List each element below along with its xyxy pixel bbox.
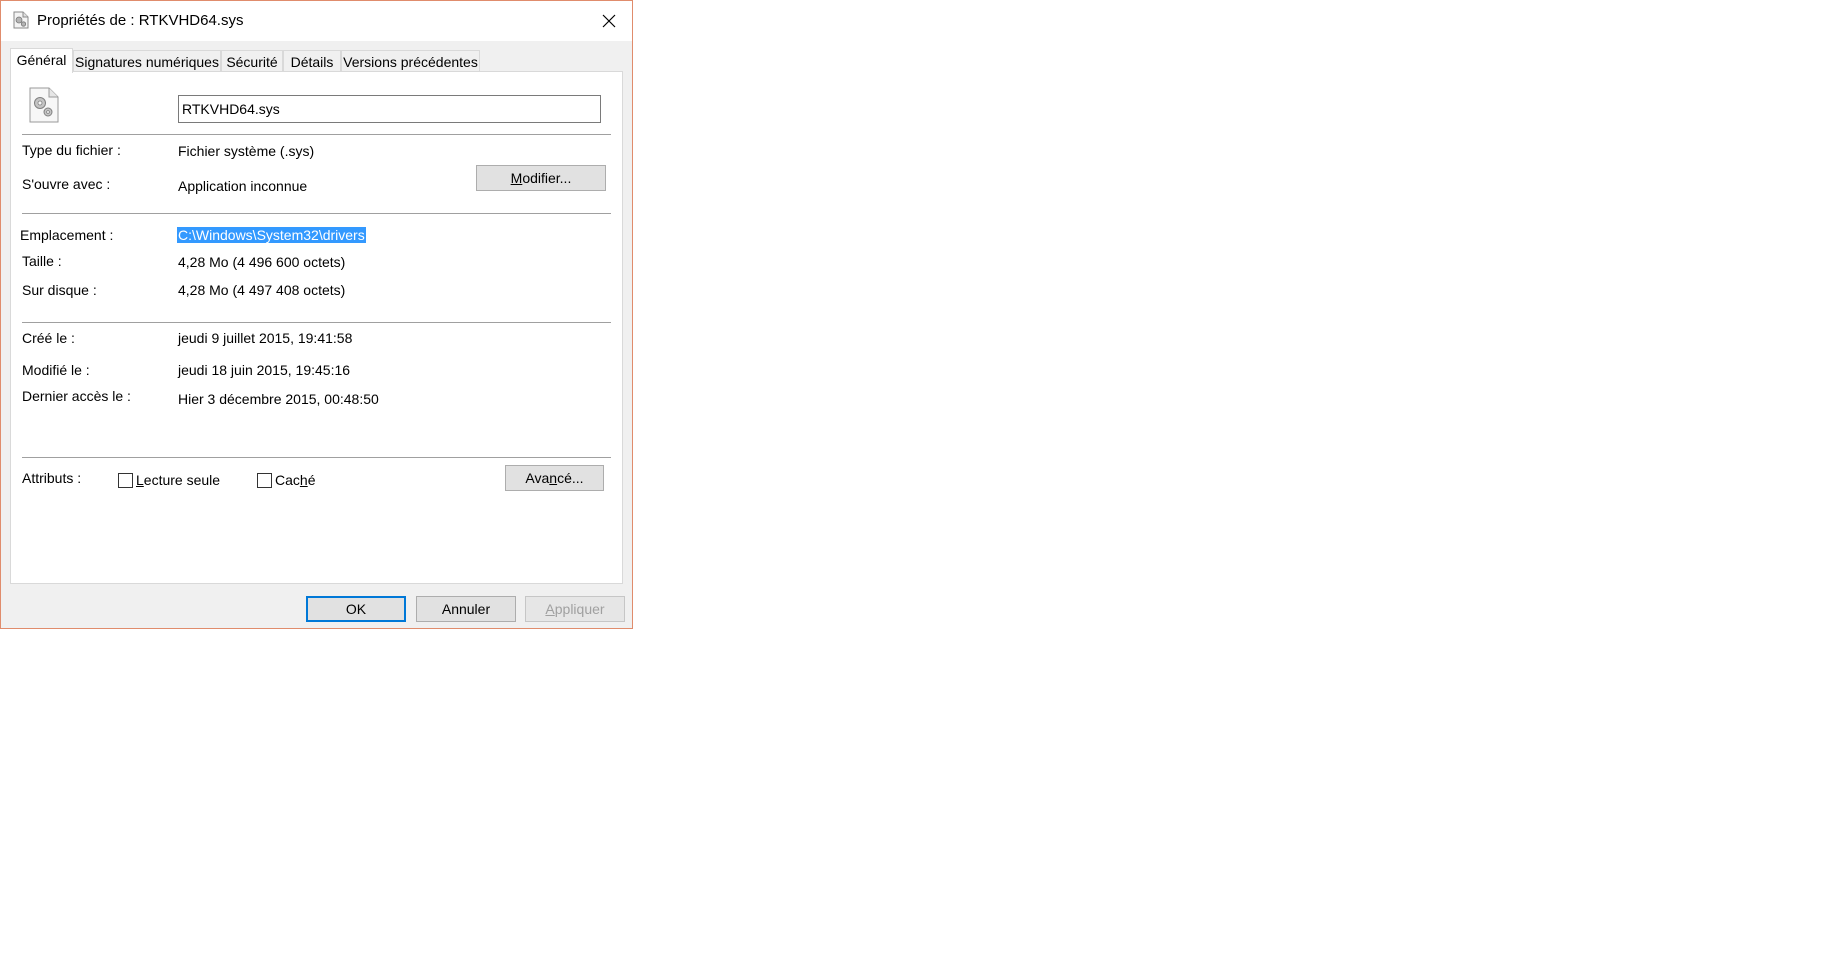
file-type-value: Fichier système (.sys) bbox=[178, 143, 315, 159]
last-access-label: Dernier accès le : bbox=[22, 388, 131, 404]
properties-dialog: Propriétés de : RTKVHD64.sys Général Sig… bbox=[0, 0, 633, 629]
tab-previous-versions[interactable]: Versions précédentes bbox=[341, 50, 480, 72]
hidden-checkbox[interactable]: Caché bbox=[257, 472, 316, 488]
modified-label: Modifié le : bbox=[22, 362, 90, 378]
separator bbox=[22, 322, 611, 323]
tab-security[interactable]: Sécurité bbox=[221, 50, 283, 72]
location-label: Emplacement : bbox=[20, 227, 114, 243]
apply-button[interactable]: Appliquer bbox=[525, 596, 625, 622]
created-label: Créé le : bbox=[22, 330, 75, 346]
attributes-label: Attributs : bbox=[22, 470, 82, 486]
separator bbox=[22, 457, 611, 458]
readonly-checkbox-label: Lecture seule bbox=[136, 472, 221, 488]
change-button[interactable]: Modifier... bbox=[476, 165, 606, 191]
tab-general[interactable]: Général bbox=[10, 48, 73, 73]
file-name-input[interactable] bbox=[178, 95, 601, 123]
tab-details[interactable]: Détails bbox=[283, 50, 341, 72]
cancel-button[interactable]: Annuler bbox=[416, 596, 516, 622]
tab-digital-signatures[interactable]: Signatures numériques bbox=[73, 50, 221, 72]
window-title: Propriétés de : RTKVHD64.sys bbox=[37, 12, 244, 29]
system-file-gear-icon bbox=[13, 11, 29, 29]
separator bbox=[22, 213, 611, 214]
hidden-checkbox-label: Caché bbox=[275, 472, 316, 488]
file-type-label: Type du fichier : bbox=[22, 142, 121, 158]
modified-value: jeudi 18 juin 2015, 19:45:16 bbox=[178, 362, 351, 378]
size-value: 4,28 Mo (4 496 600 octets) bbox=[178, 254, 346, 270]
ok-button[interactable]: OK bbox=[306, 596, 406, 622]
general-tab-panel: Type du fichier : Fichier système (.sys)… bbox=[10, 71, 623, 584]
created-value: jeudi 9 juillet 2015, 19:41:58 bbox=[178, 330, 353, 346]
last-access-value: Hier 3 décembre 2015, 00:48:50 bbox=[178, 391, 379, 407]
disk-size-label: Sur disque : bbox=[22, 282, 97, 298]
readonly-checkbox[interactable]: Lecture seule bbox=[118, 472, 220, 488]
readonly-checkbox-box[interactable] bbox=[118, 472, 133, 488]
close-icon bbox=[602, 14, 616, 28]
close-button[interactable] bbox=[586, 1, 632, 41]
location-value[interactable]: C:\Windows\System32\drivers bbox=[177, 227, 366, 243]
advanced-button[interactable]: Avancé... bbox=[505, 465, 604, 491]
hidden-checkbox-box[interactable] bbox=[257, 472, 272, 488]
title-bar[interactable]: Propriétés de : RTKVHD64.sys bbox=[1, 1, 632, 41]
size-label: Taille : bbox=[22, 253, 62, 269]
opens-with-value: Application inconnue bbox=[178, 178, 308, 194]
opens-with-label: S'ouvre avec : bbox=[22, 176, 111, 192]
system-file-gear-icon bbox=[29, 87, 59, 123]
disk-size-value: 4,28 Mo (4 497 408 octets) bbox=[178, 282, 346, 298]
separator bbox=[22, 134, 611, 135]
